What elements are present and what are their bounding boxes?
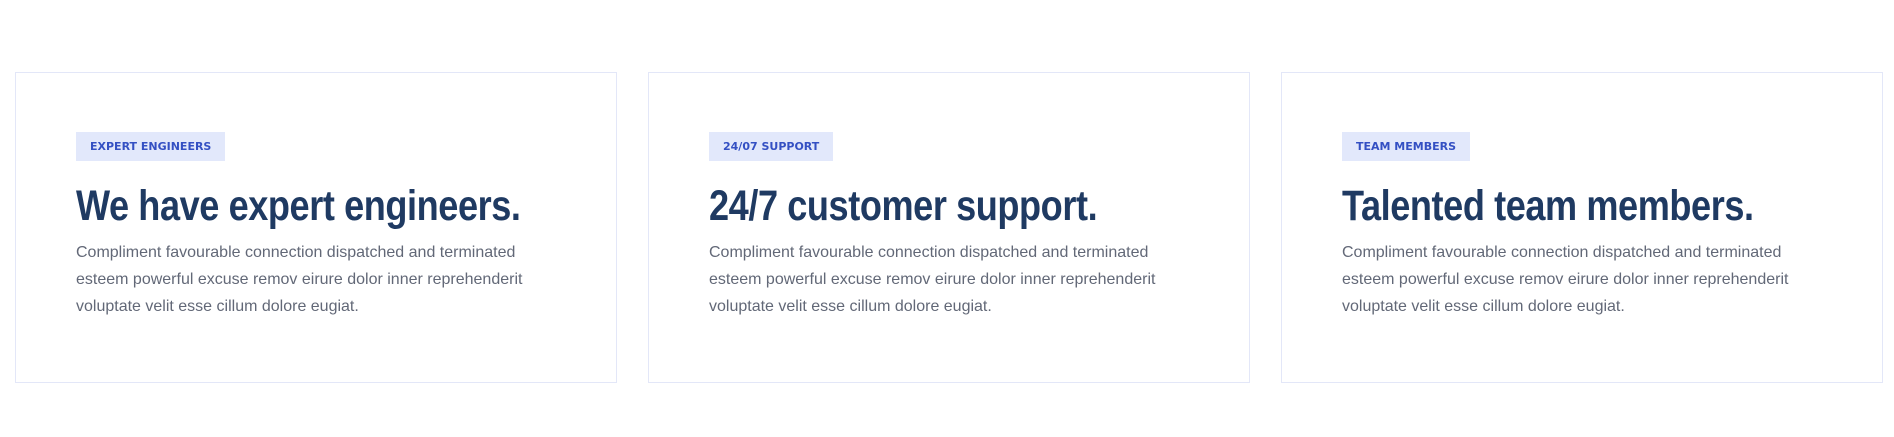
feature-tag: TEAM MEMBERS (1342, 132, 1471, 161)
feature-card-support: 24/07 SUPPORT 24/7 customer support. Com… (648, 72, 1250, 383)
feature-title: Talented team members. (1342, 182, 1754, 230)
feature-title: We have expert engineers. (76, 182, 521, 230)
feature-description: Compliment favourable connection dispatc… (709, 244, 1156, 315)
features-section: EXPERT ENGINEERS We have expert engineer… (15, 72, 1883, 383)
feature-title: 24/7 customer support. (709, 182, 1098, 230)
feature-tag: 24/07 SUPPORT (709, 132, 834, 161)
feature-description: Compliment favourable connection dispatc… (76, 244, 523, 315)
feature-card-expert-engineers: EXPERT ENGINEERS We have expert engineer… (15, 72, 617, 383)
feature-description: Compliment favourable connection dispatc… (1342, 244, 1789, 315)
feature-card-team-members: TEAM MEMBERS Talented team members. Comp… (1281, 72, 1883, 383)
feature-tag: EXPERT ENGINEERS (76, 132, 226, 161)
